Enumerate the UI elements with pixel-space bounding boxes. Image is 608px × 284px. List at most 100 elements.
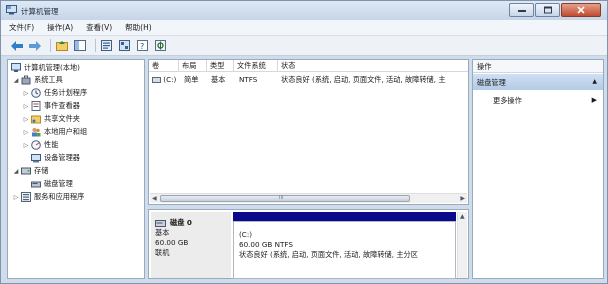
disk-status: 联机	[155, 248, 170, 257]
tree-item-system-tools[interactable]: ◢ 系统工具	[13, 74, 63, 86]
toolbar-separator	[50, 39, 51, 52]
disk-header: 磁盘 0	[155, 218, 227, 228]
services-icon	[21, 192, 31, 202]
performance-icon	[31, 140, 41, 150]
tree-label: 共享文件夹	[44, 114, 80, 123]
maximize-icon	[543, 6, 552, 14]
tree-item-shared-folders[interactable]: ▷ 共享文件夹	[23, 113, 80, 125]
storage-icon	[21, 166, 31, 176]
computer-management-window: 计算机管理 文件(F) 操作(A) 查看(V) 帮助(H) ? 计算机管理(本地…	[0, 0, 608, 284]
caption-buttons	[508, 3, 601, 17]
column-header-status[interactable]: 状态	[278, 60, 468, 72]
disk-map[interactable]: 磁盘 0 基本 60.00 GB 联机 (C:) 60.00 GB NTFS 状…	[148, 209, 469, 279]
tree-item-services-apps[interactable]: ▷ 服务和应用程序	[13, 191, 84, 203]
disk-size: 60.00 GB	[155, 238, 189, 247]
tree-label: 本地用户和组	[44, 127, 88, 136]
horizontal-scrollbar[interactable]: ◀ III ▶	[150, 193, 467, 203]
device-manager-icon	[31, 153, 41, 163]
menu-view[interactable]: 查看(V)	[86, 22, 112, 33]
forward-arrow-icon[interactable]	[28, 39, 41, 52]
column-header-filesystem[interactable]: 文件系统	[234, 60, 278, 72]
volume-c-partition[interactable]: (C:) 60.00 GB NTFS 状态良好 (系统, 启动, 页面文件, 活…	[233, 221, 456, 279]
actions-section-disk-management[interactable]: 磁盘管理 ▲	[473, 74, 603, 90]
tree-item-task-scheduler[interactable]: ▷ 任务计划程序	[23, 87, 87, 99]
minimize-icon	[517, 10, 526, 12]
menu-help[interactable]: 帮助(H)	[125, 22, 152, 33]
toolbox-icon	[21, 75, 31, 85]
layout-cell: 简单	[184, 75, 199, 84]
tree-label: 事件查看器	[44, 101, 80, 110]
expand-triangle-icon[interactable]: ▷	[23, 129, 29, 136]
disk-icon	[155, 219, 166, 227]
properties-icon[interactable]	[100, 39, 113, 52]
disk-type: 基本	[155, 228, 170, 237]
expand-triangle-icon[interactable]: ▷	[13, 194, 19, 201]
computer-management-icon	[11, 63, 21, 73]
disk-management-icon	[31, 179, 41, 189]
scroll-left-icon[interactable]: ◀	[152, 195, 157, 202]
section-label: 磁盘管理	[477, 78, 506, 87]
settings-icon[interactable]	[154, 39, 167, 52]
tree-item-performance[interactable]: ▷ 性能	[23, 139, 58, 151]
navigation-tree[interactable]: 计算机管理(本地) ◢ 系统工具 ▷ 任务计划程序 ▷ 事件查看器 ▷ 共享文件…	[7, 59, 145, 279]
clock-icon	[31, 88, 41, 98]
close-button[interactable]	[561, 3, 601, 17]
tree-item-local-users[interactable]: ▷ 本地用户和组	[23, 126, 87, 138]
actions-header: 操作	[473, 60, 603, 73]
more-actions-link[interactable]: 更多操作	[493, 96, 522, 106]
back-arrow-icon[interactable]	[10, 39, 23, 52]
close-icon	[577, 6, 585, 14]
menu-file[interactable]: 文件(F)	[9, 22, 34, 33]
tree-label: 设备管理器	[44, 153, 80, 162]
export-list-icon[interactable]	[118, 39, 131, 52]
maximize-button[interactable]	[535, 3, 560, 17]
expand-triangle-icon[interactable]: ▷	[23, 142, 29, 149]
event-log-icon	[31, 101, 41, 111]
expand-triangle-icon[interactable]: ▷	[23, 116, 29, 123]
menu-action[interactable]: 操作(A)	[47, 22, 73, 33]
column-header-layout[interactable]: 布局	[179, 60, 207, 72]
expand-triangle-icon[interactable]: ▷	[23, 103, 29, 110]
collapse-caret-icon[interactable]: ▲	[592, 78, 597, 85]
tree-item-root[interactable]: 计算机管理(本地)	[11, 62, 80, 74]
status-cell: 状态良好 (系统, 启动, 页面文件, 活动, 故障转储, 主	[281, 75, 446, 84]
scroll-thumb[interactable]: III	[160, 195, 410, 202]
help-icon[interactable]: ?	[136, 39, 149, 52]
volume-status: 状态良好 (系统, 启动, 页面文件, 活动, 故障转储, 主分区	[239, 250, 418, 259]
volume-list[interactable]: 卷 布局 类型 文件系统 状态 (C:) 简单 基本 NTFS 状态良好 (系统…	[148, 59, 469, 205]
volume-name: (C:)	[163, 75, 177, 84]
scroll-right-icon[interactable]: ▶	[460, 195, 465, 202]
title-bar[interactable]: 计算机管理	[1, 1, 607, 20]
collapse-triangle-icon[interactable]: ◢	[13, 168, 19, 175]
expand-triangle-icon[interactable]: ▷	[23, 90, 29, 97]
svg-text:?: ?	[140, 42, 144, 51]
type-cell: 基本	[211, 75, 226, 84]
collapse-triangle-icon[interactable]: ◢	[13, 77, 19, 84]
actions-pane: 操作 磁盘管理 ▲ 更多操作 ▶	[472, 59, 604, 279]
tree-item-storage[interactable]: ◢ 存储	[13, 165, 49, 177]
tree-item-event-viewer[interactable]: ▷ 事件查看器	[23, 100, 80, 112]
tree-label: 存储	[34, 166, 49, 175]
computer-management-icon	[6, 5, 17, 15]
column-header-volume[interactable]: 卷	[149, 60, 179, 72]
disk-0-label[interactable]: 磁盘 0 基本 60.00 GB 联机	[151, 212, 231, 278]
volume-bar[interactable]	[233, 212, 456, 221]
up-folder-icon[interactable]	[55, 39, 68, 52]
vertical-scrollbar[interactable]: ▲	[457, 212, 467, 278]
tree-label: 任务计划程序	[44, 88, 88, 97]
tree-label: 服务和应用程序	[34, 192, 85, 201]
tree-item-device-manager[interactable]: 设备管理器	[31, 152, 80, 164]
volume-cell: (C:)	[152, 75, 176, 84]
filesystem-cell: NTFS	[239, 75, 258, 84]
column-header-type[interactable]: 类型	[207, 60, 234, 72]
scroll-up-icon[interactable]: ▲	[460, 213, 465, 220]
users-icon	[31, 127, 41, 137]
minimize-button[interactable]	[509, 3, 534, 17]
show-hide-tree-icon[interactable]	[73, 39, 86, 52]
tree-label: 计算机管理(本地)	[24, 63, 80, 72]
submenu-arrow-icon[interactable]: ▶	[592, 96, 597, 104]
disk-name: 磁盘 0	[170, 218, 192, 227]
window-title: 计算机管理	[21, 7, 59, 16]
tree-item-disk-management[interactable]: 磁盘管理	[31, 178, 73, 190]
menu-bar: 文件(F) 操作(A) 查看(V) 帮助(H)	[1, 20, 607, 36]
